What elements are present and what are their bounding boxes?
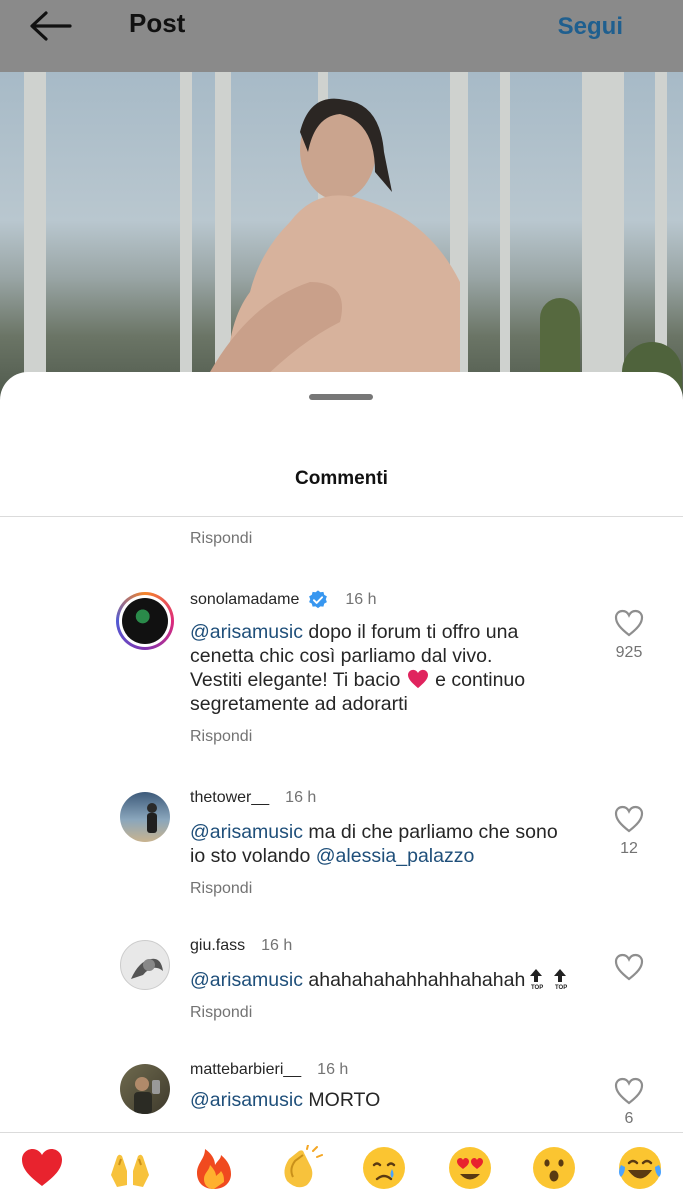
red-heart-emoji-icon <box>407 669 428 689</box>
sheet-drag-handle[interactable] <box>309 394 373 400</box>
comment-time: 16 h <box>285 789 317 806</box>
comment-text-part: cenetta chic così parliamo dal vivo. <box>190 645 493 667</box>
mention-link[interactable]: @arisamusic <box>190 821 303 843</box>
heart-outline-icon[interactable] <box>613 804 645 834</box>
avatar[interactable] <box>120 792 170 842</box>
svg-text:TOP: TOP <box>531 985 543 990</box>
fire-emoji-icon[interactable] <box>190 1145 238 1193</box>
comment-text-part: ahahahahahhahhahahah <box>302 969 526 991</box>
post-image[interactable] <box>0 72 683 402</box>
person-figure <box>210 98 460 402</box>
like-count: 925 <box>615 644 643 661</box>
comment-username[interactable]: giu.fass <box>190 937 245 955</box>
emoji-reaction-bar <box>0 1132 683 1200</box>
divider <box>0 516 683 517</box>
comment-username[interactable]: thetower__ <box>190 789 269 807</box>
comment-text: @arisamusic MORTO <box>190 1088 590 1112</box>
mention-link[interactable]: @alessia_palazzo <box>316 845 475 867</box>
heart-emoji-icon[interactable] <box>18 1145 66 1193</box>
reply-button[interactable]: Rispondi <box>190 1004 252 1022</box>
comment-username[interactable]: sonolamadame <box>190 591 299 609</box>
tears-of-joy-emoji-icon[interactable] <box>616 1145 664 1193</box>
sheet-title: Commenti <box>295 468 388 489</box>
reply-button[interactable]: Rispondi <box>190 728 252 746</box>
comment-text: @arisamusic dopo il forum ti offro una c… <box>190 620 590 716</box>
heart-outline-icon[interactable] <box>613 952 645 982</box>
heart-outline-icon[interactable] <box>613 608 645 638</box>
heart-eyes-emoji-icon[interactable] <box>446 1145 494 1193</box>
comment-text: @arisamusic ahahahahahhahhahahah TOP TOP <box>190 968 610 992</box>
comment-time: 16 h <box>317 1061 349 1078</box>
comments-sheet: Commenti Rispondi sonolamadame 16 h @ari… <box>0 372 683 1132</box>
reply-button[interactable]: Rispondi <box>190 530 252 548</box>
back-arrow-icon[interactable] <box>26 8 74 44</box>
verified-badge-icon <box>309 590 328 609</box>
raising-hands-emoji-icon[interactable] <box>106 1145 154 1193</box>
follow-button[interactable]: Segui <box>558 13 623 41</box>
avatar[interactable] <box>120 940 170 990</box>
heart-outline-icon[interactable] <box>613 1076 645 1106</box>
comment-text-part: segretamente ad adorarti <box>190 693 408 715</box>
clapping-hands-emoji-icon[interactable] <box>276 1144 324 1193</box>
comment-text-part: Vestiti elegante! Ti bacio <box>190 669 406 691</box>
comment-text-part: dopo il forum ti offro una <box>302 621 519 643</box>
page-title: Post <box>129 8 186 38</box>
comment-text-part: MORTO <box>302 1089 381 1111</box>
mention-link[interactable]: @arisamusic <box>190 1089 303 1111</box>
comment-text-part: e continuo <box>429 669 526 691</box>
surprised-face-emoji-icon[interactable] <box>530 1145 578 1193</box>
comment-text: @arisamusic ma di che parliamo che sono … <box>190 820 590 868</box>
comment-time: 16 h <box>261 937 293 954</box>
avatar[interactable] <box>120 1064 170 1114</box>
top-bar: Post Segui <box>0 0 683 72</box>
comment-time: 16 h <box>345 591 377 608</box>
mention-link[interactable]: @arisamusic <box>190 969 303 991</box>
top-arrow-emoji-icon: TOP TOP <box>530 969 568 991</box>
svg-text:TOP: TOP <box>555 985 567 990</box>
reply-button[interactable]: Rispondi <box>190 880 252 898</box>
comment-text-part: ma di che parliamo che sono <box>302 821 558 843</box>
comment-username[interactable]: mattebarbieri__ <box>190 1061 301 1079</box>
like-count: 6 <box>624 1110 634 1127</box>
avatar[interactable] <box>116 592 174 650</box>
comment-text-part: io sto volando <box>190 845 316 867</box>
crying-face-emoji-icon[interactable] <box>360 1145 408 1193</box>
mention-link[interactable]: @arisamusic <box>190 621 303 643</box>
like-count: 12 <box>620 840 638 857</box>
